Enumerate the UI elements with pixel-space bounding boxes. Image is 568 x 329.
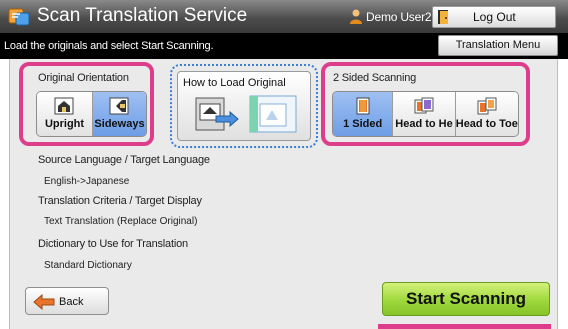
start-scanning-button[interactable]: Start Scanning: [382, 282, 550, 316]
two-sided-selector: 1 Sided Head to He Head to Toe: [332, 91, 519, 137]
language-setting-value: English->Japanese: [44, 176, 130, 187]
instruction-bar: Load the originals and select Start Scan…: [0, 33, 568, 59]
criteria-setting-label: Translation Criteria / Target Display: [38, 195, 202, 207]
head-to-head-button[interactable]: Head to He: [393, 92, 456, 136]
translation-menu-button[interactable]: Translation Menu: [438, 35, 558, 56]
one-sided-label: 1 Sided: [343, 118, 383, 130]
app-title: Scan Translation Service: [37, 5, 248, 26]
orientation-upright-label: Upright: [44, 118, 85, 130]
sideways-house-icon: [109, 97, 129, 115]
orientation-upright-button[interactable]: Upright: [37, 92, 93, 136]
head-to-head-label: Head to He: [395, 118, 453, 130]
head-to-toe-button[interactable]: Head to Toe: [455, 92, 518, 136]
title-bar: Scan Translation Service Demo User258 Lo…: [0, 0, 568, 33]
door-icon: [438, 10, 448, 24]
dictionary-setting-value: Standard Dictionary: [44, 260, 132, 271]
back-button[interactable]: Back: [25, 287, 109, 315]
logout-label: Log Out: [473, 10, 516, 24]
user-icon: [350, 9, 362, 24]
head-to-head-icon: [414, 97, 434, 114]
criteria-setting-value: Text Translation (Replace Original): [44, 216, 198, 227]
logout-button[interactable]: Log Out: [432, 6, 556, 28]
head-to-toe-icon: [477, 97, 497, 115]
two-sided-label: 2 Sided Scanning: [333, 72, 417, 84]
one-sided-icon: [356, 97, 370, 115]
how-to-load-button[interactable]: How to Load Original: [177, 71, 311, 141]
dictionary-setting-label: Dictionary to Use for Translation: [38, 238, 188, 250]
instruction-text: Load the originals and select Start Scan…: [4, 40, 214, 52]
upright-house-icon: [54, 97, 74, 115]
head-to-toe-label: Head to Toe: [455, 118, 518, 130]
language-setting-label: Source Language / Target Language: [38, 154, 210, 166]
orientation-sideways-label: Sideways: [94, 118, 145, 130]
start-highlight-strip: [378, 324, 551, 329]
back-label: Back: [59, 296, 84, 308]
orientation-label: Original Orientation: [38, 72, 129, 84]
scanner-loading-icon: [195, 95, 297, 133]
back-arrow-icon: [33, 294, 55, 310]
how-to-load-focus: How to Load Original: [170, 64, 318, 148]
orientation-selector: Upright Sideways: [36, 91, 147, 137]
one-sided-button[interactable]: 1 Sided: [333, 92, 394, 136]
scan-translation-icon: [8, 8, 30, 26]
how-to-load-label: How to Load Original: [183, 77, 286, 89]
orientation-sideways-button[interactable]: Sideways: [92, 92, 146, 136]
